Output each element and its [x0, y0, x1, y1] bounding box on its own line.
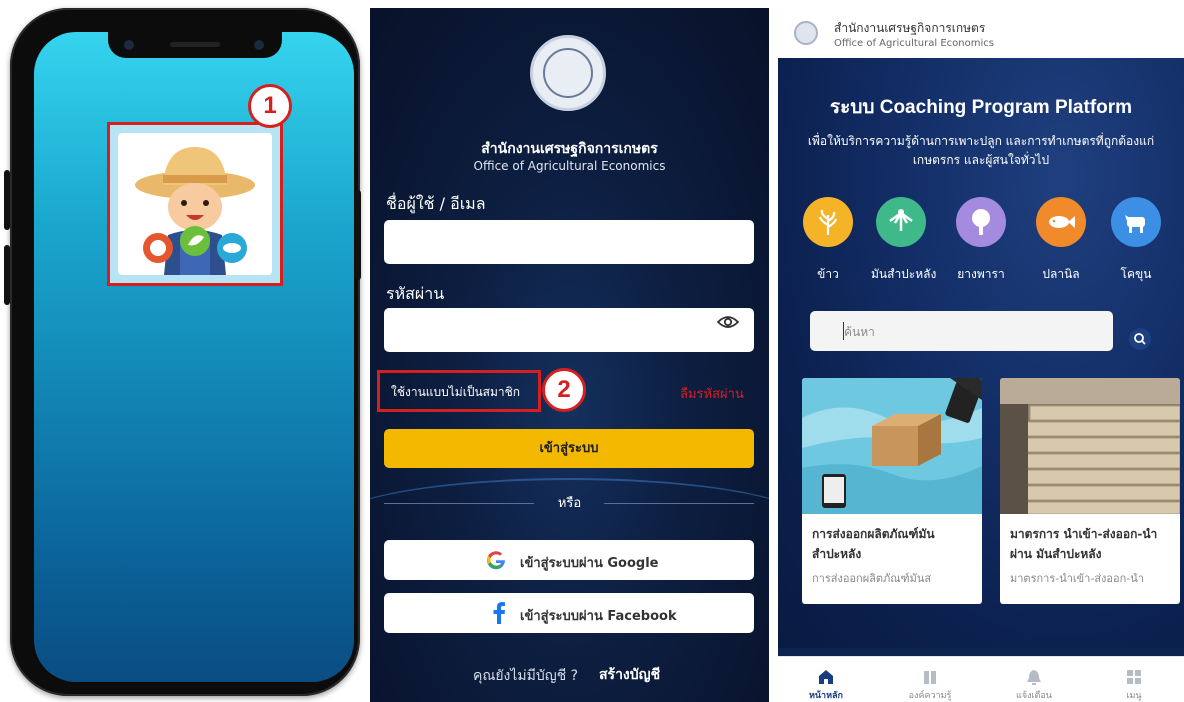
- category-label: ข้าว: [817, 267, 839, 281]
- facebook-login-button[interactable]: เข้าสู่ระบบผ่าน Facebook: [384, 593, 754, 633]
- home-icon: [819, 670, 833, 684]
- login-screen: สำนักงานเศรษฐกิจการเกษตร Office of Agric…: [370, 8, 769, 702]
- category-label: ปลานิล: [1042, 267, 1080, 281]
- nav-notifications[interactable]: แจ้งเตือน: [994, 657, 1074, 702]
- create-account-link[interactable]: สร้างบัญชี: [599, 664, 660, 686]
- nav-home-label: หน้าหลัก: [808, 691, 844, 701]
- export-parcel-image: [802, 378, 982, 514]
- seal-emblem: [543, 48, 593, 98]
- google-icon: [487, 551, 506, 570]
- oae-seal-logo: [530, 35, 606, 111]
- category-rice[interactable]: ข้าว: [798, 197, 858, 284]
- home-screen: สำนักงานเศรษฐกิจการเกษตร Office of Agric…: [778, 8, 1184, 702]
- nav-notifications-label: แจ้งเตือน: [1016, 691, 1052, 701]
- hero-subtitle-line2: เกษตรกร และผู้สนใจทั่วไป: [912, 153, 1050, 167]
- category-cassava[interactable]: มันสำปะหลัง: [871, 197, 937, 284]
- google-login-button[interactable]: เข้าสู่ระบบผ่าน Google: [384, 540, 754, 580]
- oae-logo-icon: [794, 21, 818, 45]
- hero-subtitle-line1: เพื่อให้บริการความรู้ด้านการเพาะปลูก และ…: [807, 134, 1155, 148]
- signup-question: คุณยังไม่มีบัญชี ?: [473, 668, 579, 684]
- search-placeholder: ค้นหา: [844, 325, 875, 339]
- card-subtitle: การส่งออกผลิตภัณฑ์มันส: [812, 572, 932, 585]
- power-button: [355, 190, 361, 280]
- nav-home[interactable]: หน้าหลัก: [786, 657, 866, 702]
- category-label: โคขุน: [1120, 267, 1152, 281]
- bottom-nav-bar: หน้าหลัก องค์ความรู้ แจ้งเตือน เมนู: [778, 656, 1184, 702]
- login-button[interactable]: เข้าสู่ระบบ: [384, 429, 754, 468]
- cassava-icon: [876, 197, 926, 247]
- nav-menu[interactable]: เมนู: [1094, 657, 1174, 702]
- app-icon-highlight: [107, 122, 283, 286]
- username-input[interactable]: [384, 220, 754, 264]
- farmer-app-icon[interactable]: [118, 133, 272, 275]
- speaker-grille: [170, 42, 220, 47]
- google-login-label: เข้าสู่ระบบผ่าน Google: [520, 556, 659, 571]
- password-input[interactable]: [384, 308, 754, 352]
- password-label: รหัสผ่าน: [386, 284, 445, 303]
- phone-frame: [10, 8, 360, 696]
- card-subtitle: มาตรการ-นำเข้า-ส่งออก-นำ: [1010, 572, 1144, 585]
- search-input[interactable]: ค้นหา: [810, 311, 1113, 351]
- app-header: สำนักงานเศรษฐกิจการเกษตร Office of Agric…: [778, 8, 1184, 58]
- facebook-login-label: เข้าสู่ระบบผ่าน Facebook: [520, 609, 677, 624]
- org-name-english: Office of Agricultural Economics: [473, 159, 666, 173]
- article-card[interactable]: มาตรการ นำเข้า-ส่งออก-นำผ่าน มันสำปะหลัง…: [1000, 378, 1180, 604]
- camera-icon: [124, 40, 134, 50]
- rubber-tree-icon: [956, 197, 1006, 247]
- guest-login-highlight[interactable]: ใช้งานแบบไม่เป็นสมาชิก: [377, 370, 541, 412]
- username-label: ชื่อผู้ใช้ / อีเมล: [386, 194, 486, 213]
- nav-knowledge[interactable]: องค์ความรู้: [890, 657, 970, 702]
- facebook-icon: [493, 602, 505, 624]
- volume-up-button: [4, 170, 10, 230]
- forgot-password-link[interactable]: ลืมรหัสผ่าน: [680, 383, 744, 404]
- step-1-badge: 1: [248, 84, 292, 128]
- volume-down-button: [4, 245, 10, 305]
- card-title: การส่งออกผลิตภัณฑ์มันสำปะหลัง: [812, 527, 935, 561]
- category-rubber[interactable]: ยางพารา: [951, 197, 1011, 284]
- header-org-thai: สำนักงานเศรษฐกิจการเกษตร: [834, 21, 986, 35]
- divider-right: [604, 503, 754, 504]
- category-beef-cattle[interactable]: โคขุน: [1106, 197, 1166, 284]
- step-2-badge: 2: [542, 368, 586, 412]
- search-button[interactable]: [1129, 328, 1151, 350]
- warehouse-sacks-image: [1000, 378, 1180, 514]
- book-icon: [924, 671, 936, 684]
- fish-icon: [1036, 197, 1086, 247]
- nav-knowledge-label: องค์ความรู้: [908, 691, 952, 701]
- bell-icon: [1027, 670, 1041, 685]
- article-card[interactable]: การส่งออกผลิตภัณฑ์มันสำปะหลัง การส่งออกผ…: [802, 378, 982, 604]
- search-icon: [1134, 333, 1146, 345]
- category-label: มันสำปะหลัง: [871, 267, 937, 281]
- phone-notch: [108, 32, 282, 58]
- grid-icon: [1127, 670, 1141, 684]
- farmer-mascot-icon: [135, 147, 255, 275]
- hero-title: ระบบ Coaching Program Platform: [829, 97, 1133, 118]
- card-title: มาตรการ นำเข้า-ส่งออก-นำผ่าน มันสำปะหลัง: [1010, 527, 1158, 561]
- org-name-thai: สำนักงานเศรษฐกิจการเกษตร: [481, 141, 658, 157]
- nav-menu-label: เมนู: [1126, 691, 1142, 701]
- eye-icon[interactable]: [717, 315, 739, 329]
- cow-icon: [1111, 197, 1161, 247]
- rice-icon: [803, 197, 853, 247]
- category-label: ยางพารา: [957, 267, 1005, 281]
- guest-login-link[interactable]: ใช้งานแบบไม่เป็นสมาชิก: [391, 383, 520, 402]
- category-tilapia[interactable]: ปลานิล: [1031, 197, 1091, 284]
- sensor-icon: [254, 40, 264, 50]
- header-org-english: Office of Agricultural Economics: [834, 38, 994, 49]
